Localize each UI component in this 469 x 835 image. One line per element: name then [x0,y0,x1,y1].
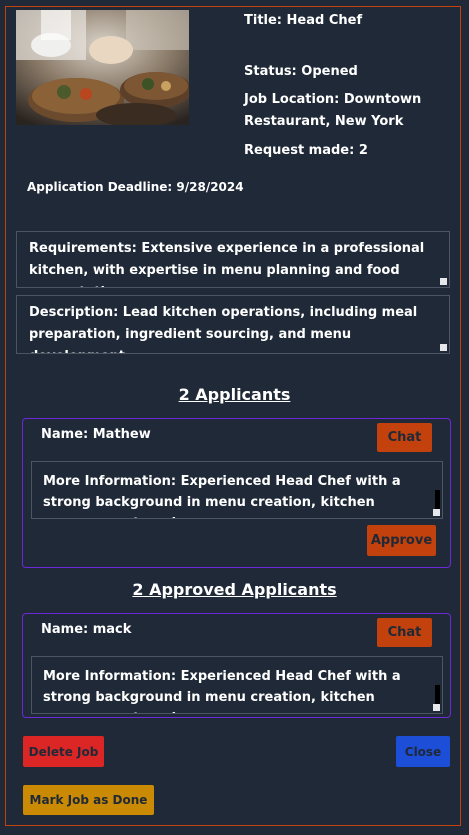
applicant-card: Name: Mathew Chat More Information: Expe… [22,418,451,568]
approved-applicants-heading: 2 Approved Applicants [132,580,337,599]
applicant-info-textarea[interactable]: More Information: Experienced Head Chef … [31,461,443,519]
approved-applicant-name: Name: mack [41,622,132,637]
application-deadline: Application Deadline: 9/28/2024 [27,180,244,194]
close-button[interactable]: Close [396,736,450,767]
approved-applicant-info-text: More Information: Experienced Head Chef … [43,669,401,713]
chat-button[interactable]: Chat [377,423,432,452]
approved-applicant-card: Name: mack Chat More Information: Experi… [22,613,451,718]
requirements-textarea[interactable]: Requirements: Extensive experience in a … [16,231,450,288]
job-title: Title: Head Chef [244,13,363,28]
resize-handle-icon[interactable] [440,278,447,285]
job-photo [16,10,189,125]
chat-button[interactable]: Chat [377,618,432,647]
description-text: Description: Lead kitchen operations, in… [29,305,418,353]
resize-handle-icon[interactable] [433,509,440,516]
resize-handle-icon[interactable] [433,704,440,711]
mark-job-done-button[interactable]: Mark Job as Done [23,785,154,815]
delete-job-button[interactable]: Delete Job [23,736,104,767]
resize-handle-icon[interactable] [440,344,447,351]
request-count: Request made: 2 [244,143,368,158]
applicant-info-text: More Information: Experienced Head Chef … [43,474,401,518]
applicants-heading: 2 Applicants [178,385,291,404]
job-status: Status: Opened [244,64,358,79]
approve-button[interactable]: Approve [367,525,436,556]
requirements-text: Requirements: Extensive experience in a … [29,241,425,287]
job-location: Job Location: Downtown Restaurant, New Y… [244,92,422,129]
applicant-name: Name: Mathew [41,427,151,442]
approved-applicant-info-textarea[interactable]: More Information: Experienced Head Chef … [31,656,443,714]
description-textarea[interactable]: Description: Lead kitchen operations, in… [16,295,450,354]
